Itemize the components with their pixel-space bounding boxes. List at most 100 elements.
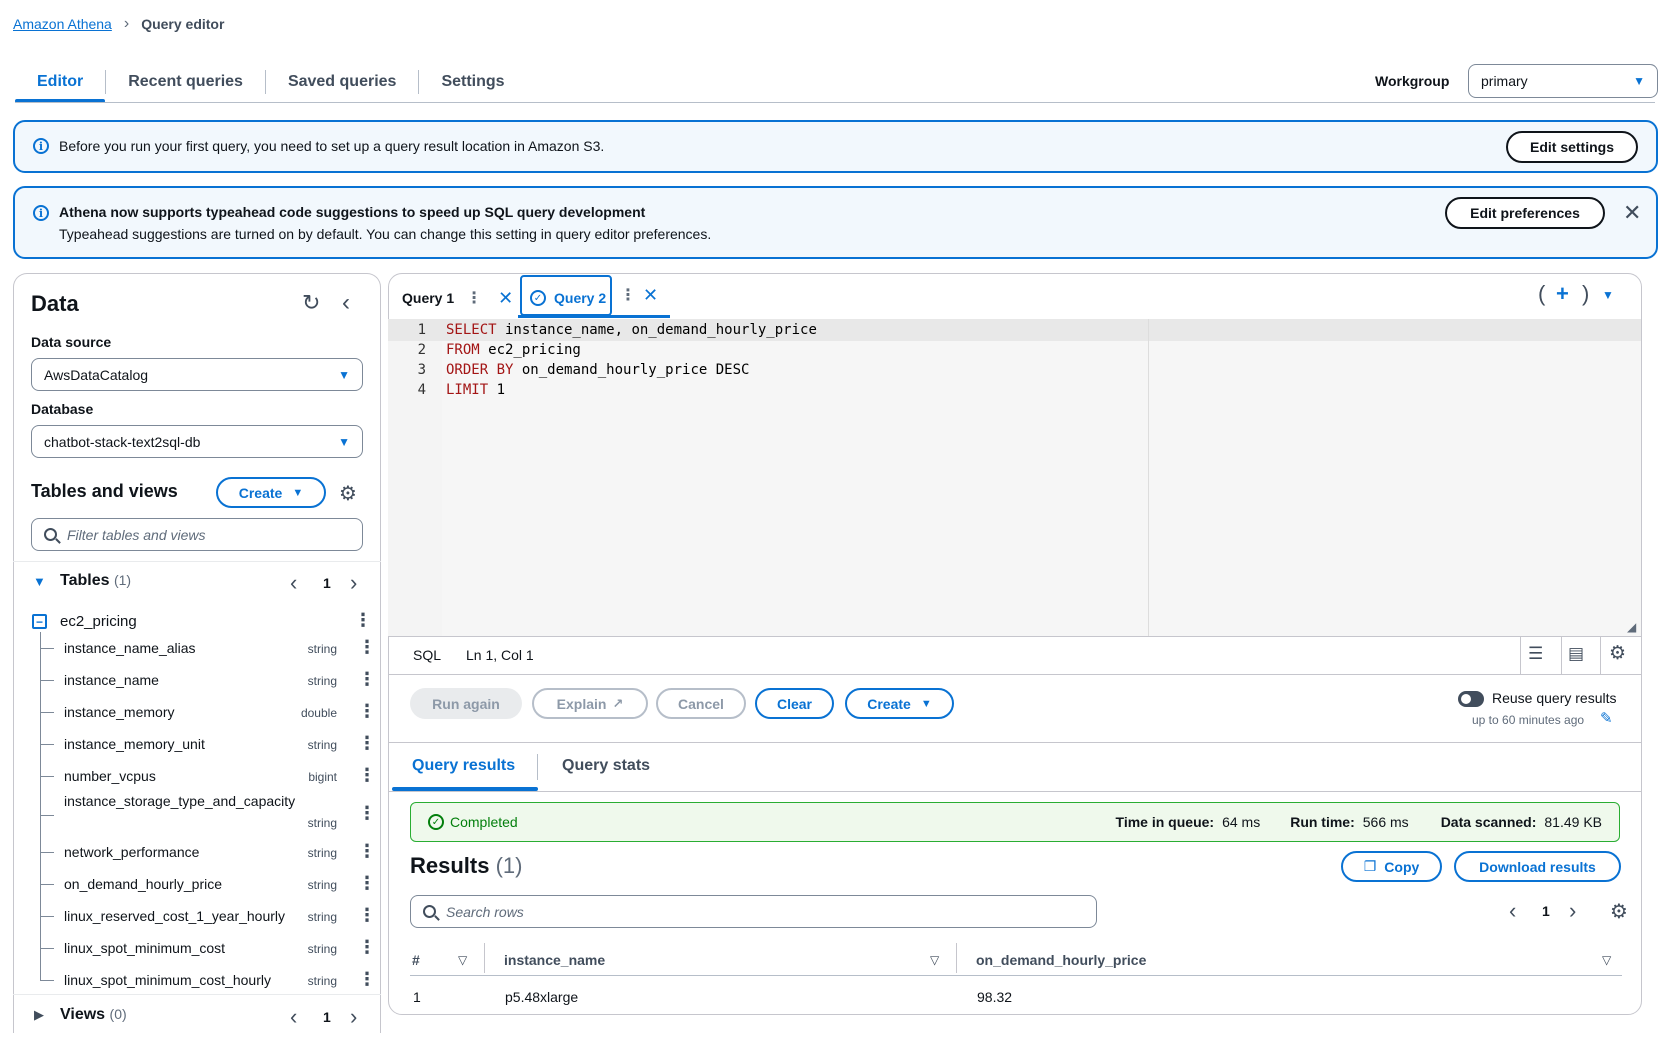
- cancel-button[interactable]: Cancel: [656, 688, 746, 719]
- column-actions-icon[interactable]: ⋮: [358, 842, 376, 860]
- breadcrumb-athena-link[interactable]: Amazon Athena: [13, 16, 112, 32]
- database-select[interactable]: chatbot-stack-text2sql-db ▼: [31, 425, 363, 458]
- views-page: 1: [323, 1009, 331, 1025]
- tab-list-dropdown-icon[interactable]: ▼: [1602, 288, 1614, 302]
- edit-preferences-button[interactable]: Edit preferences: [1445, 197, 1605, 229]
- column-item[interactable]: instance_storage_type_and_capacity string…: [60, 793, 376, 837]
- tree-branch: [40, 744, 54, 745]
- typeahead-banner: i Athena now supports typeahead code sug…: [13, 186, 1658, 259]
- tab-saved-queries[interactable]: Saved queries: [266, 69, 420, 94]
- column-actions-icon[interactable]: ⋮: [358, 766, 376, 784]
- column-item[interactable]: instance_name string ⋮: [60, 665, 376, 695]
- run-time-label: Run time:: [1290, 814, 1355, 830]
- filter-placeholder: Filter tables and views: [67, 526, 206, 543]
- reuse-results-toggle[interactable]: [1458, 691, 1484, 707]
- clear-button[interactable]: Clear: [755, 688, 834, 719]
- column-item[interactable]: linux_spot_minimum_cost string ⋮: [60, 933, 376, 963]
- expand-views-icon[interactable]: ▶: [34, 1007, 44, 1023]
- filter-tables-input[interactable]: Filter tables and views: [31, 518, 363, 551]
- column-item[interactable]: instance_memory double ⋮: [60, 697, 376, 727]
- query-tab-2[interactable]: ✓ Query 2: [530, 285, 606, 311]
- sort-icon[interactable]: ▽: [1602, 953, 1611, 967]
- column-actions-icon[interactable]: ⋮: [358, 670, 376, 688]
- close-icon[interactable]: ✕: [498, 288, 513, 309]
- column-item[interactable]: number_vcpus bigint ⋮: [60, 761, 376, 791]
- download-results-button[interactable]: Download results: [1454, 851, 1621, 882]
- tab-query-stats[interactable]: Query stats: [562, 757, 650, 775]
- close-icon[interactable]: ✕: [643, 285, 658, 306]
- column-item[interactable]: instance_memory_unit string ⋮: [60, 729, 376, 759]
- collapse-table-icon[interactable]: −: [32, 614, 47, 629]
- column-actions-icon[interactable]: ⋮: [358, 702, 376, 720]
- column-actions-icon[interactable]: ⋮: [358, 970, 376, 988]
- prev-page-icon[interactable]: ‹: [1509, 898, 1516, 924]
- column-actions-icon[interactable]: ⋮: [358, 734, 376, 752]
- column-actions-icon[interactable]: ⋮: [358, 638, 376, 656]
- tab-query-results[interactable]: Query results: [412, 757, 515, 775]
- add-tab-icon[interactable]: +: [1556, 281, 1569, 307]
- column-type: string: [307, 674, 337, 688]
- gear-icon[interactable]: ⚙: [1610, 899, 1628, 924]
- data-source-select[interactable]: AwsDataCatalog ▼: [31, 358, 363, 391]
- divider: [13, 561, 381, 562]
- workgroup-select[interactable]: primary ▼: [1468, 64, 1658, 98]
- explain-button[interactable]: Explain ↗: [532, 688, 648, 719]
- prev-page-icon[interactable]: ‹: [290, 570, 297, 596]
- refresh-icon[interactable]: ↻: [302, 290, 320, 316]
- query-tab-1[interactable]: Query 1 ⋮ ✕: [402, 285, 513, 311]
- create-query-button[interactable]: Create ▼: [845, 688, 954, 719]
- column-item[interactable]: instance_name_alias string ⋮: [60, 633, 376, 663]
- create-table-button[interactable]: Create ▼: [216, 477, 326, 508]
- next-page-icon[interactable]: ›: [1569, 898, 1576, 924]
- sql-keyword: FROM: [446, 342, 480, 358]
- column-actions-icon[interactable]: ⋮: [358, 906, 376, 924]
- table-actions-icon[interactable]: ⋮: [354, 611, 372, 629]
- column-name: linux_spot_minimum_cost: [64, 940, 226, 956]
- copy-button[interactable]: ❐ Copy: [1341, 851, 1442, 882]
- tab-menu-icon[interactable]: ⋮: [466, 288, 482, 308]
- next-page-icon[interactable]: ›: [350, 570, 357, 596]
- column-item[interactable]: linux_reserved_cost_1_year_hourly string ⋮: [60, 901, 376, 931]
- column-type: string: [307, 738, 337, 752]
- format-query-icon[interactable]: ☰: [1528, 644, 1543, 664]
- expand-tables-icon[interactable]: ▼: [33, 574, 46, 589]
- sql-text: instance_name, on_demand_hourly_price: [496, 322, 817, 338]
- edit-pencil-icon[interactable]: ✎: [1600, 709, 1613, 727]
- collapse-icon[interactable]: ‹: [342, 289, 350, 317]
- gear-icon[interactable]: ⚙: [1609, 642, 1626, 665]
- prev-page-icon[interactable]: ‹: [290, 1004, 297, 1030]
- code-line[interactable]: LIMIT 1: [446, 382, 505, 398]
- gear-icon[interactable]: ⚙: [339, 481, 357, 506]
- code-line[interactable]: ORDER BY on_demand_hourly_price DESC: [446, 362, 749, 378]
- next-page-icon[interactable]: ›: [350, 1004, 357, 1030]
- tab-settings[interactable]: Settings: [419, 70, 526, 94]
- sql-keyword: SELECT: [446, 322, 497, 338]
- table-name[interactable]: ec2_pricing: [60, 613, 137, 630]
- column-actions-icon[interactable]: ⋮: [358, 938, 376, 956]
- column-actions-icon[interactable]: ⋮: [358, 804, 376, 822]
- code-line[interactable]: SELECT instance_name, on_demand_hourly_p…: [446, 322, 817, 338]
- column-item[interactable]: linux_spot_minimum_cost_hourly string ⋮: [60, 965, 376, 995]
- table-row[interactable]: 1 p5.48xlarge 98.32: [410, 985, 1622, 1009]
- sort-icon[interactable]: ▽: [458, 953, 467, 967]
- tab-editor[interactable]: Editor: [15, 69, 107, 94]
- views-section-label: Views (0): [60, 1006, 127, 1024]
- copy-label: Copy: [1384, 858, 1420, 875]
- keyboard-shortcuts-icon[interactable]: ▤: [1568, 644, 1584, 664]
- close-icon[interactable]: ✕: [1623, 200, 1641, 226]
- column-item[interactable]: on_demand_hourly_price string ⋮: [60, 869, 376, 899]
- column-item[interactable]: network_performance string ⋮: [60, 837, 376, 867]
- edit-settings-button[interactable]: Edit settings: [1506, 131, 1638, 163]
- tab-recent-queries[interactable]: Recent queries: [106, 69, 266, 94]
- sort-icon[interactable]: ▽: [930, 953, 939, 967]
- column-actions-icon[interactable]: ⋮: [358, 874, 376, 892]
- query-tab-1-label: Query 1: [402, 290, 455, 306]
- column-name: on_demand_hourly_price: [64, 876, 222, 892]
- run-again-button[interactable]: Run again: [410, 688, 522, 719]
- search-rows-input[interactable]: Search rows: [410, 895, 1097, 928]
- code-line[interactable]: FROM ec2_pricing: [446, 342, 581, 358]
- tab-menu-icon[interactable]: ⋮: [620, 285, 636, 305]
- col-header-on-demand-price[interactable]: on_demand_hourly_price: [976, 952, 1146, 968]
- resize-handle-icon[interactable]: ◢: [1627, 620, 1636, 634]
- col-header-instance-name[interactable]: instance_name: [504, 952, 605, 968]
